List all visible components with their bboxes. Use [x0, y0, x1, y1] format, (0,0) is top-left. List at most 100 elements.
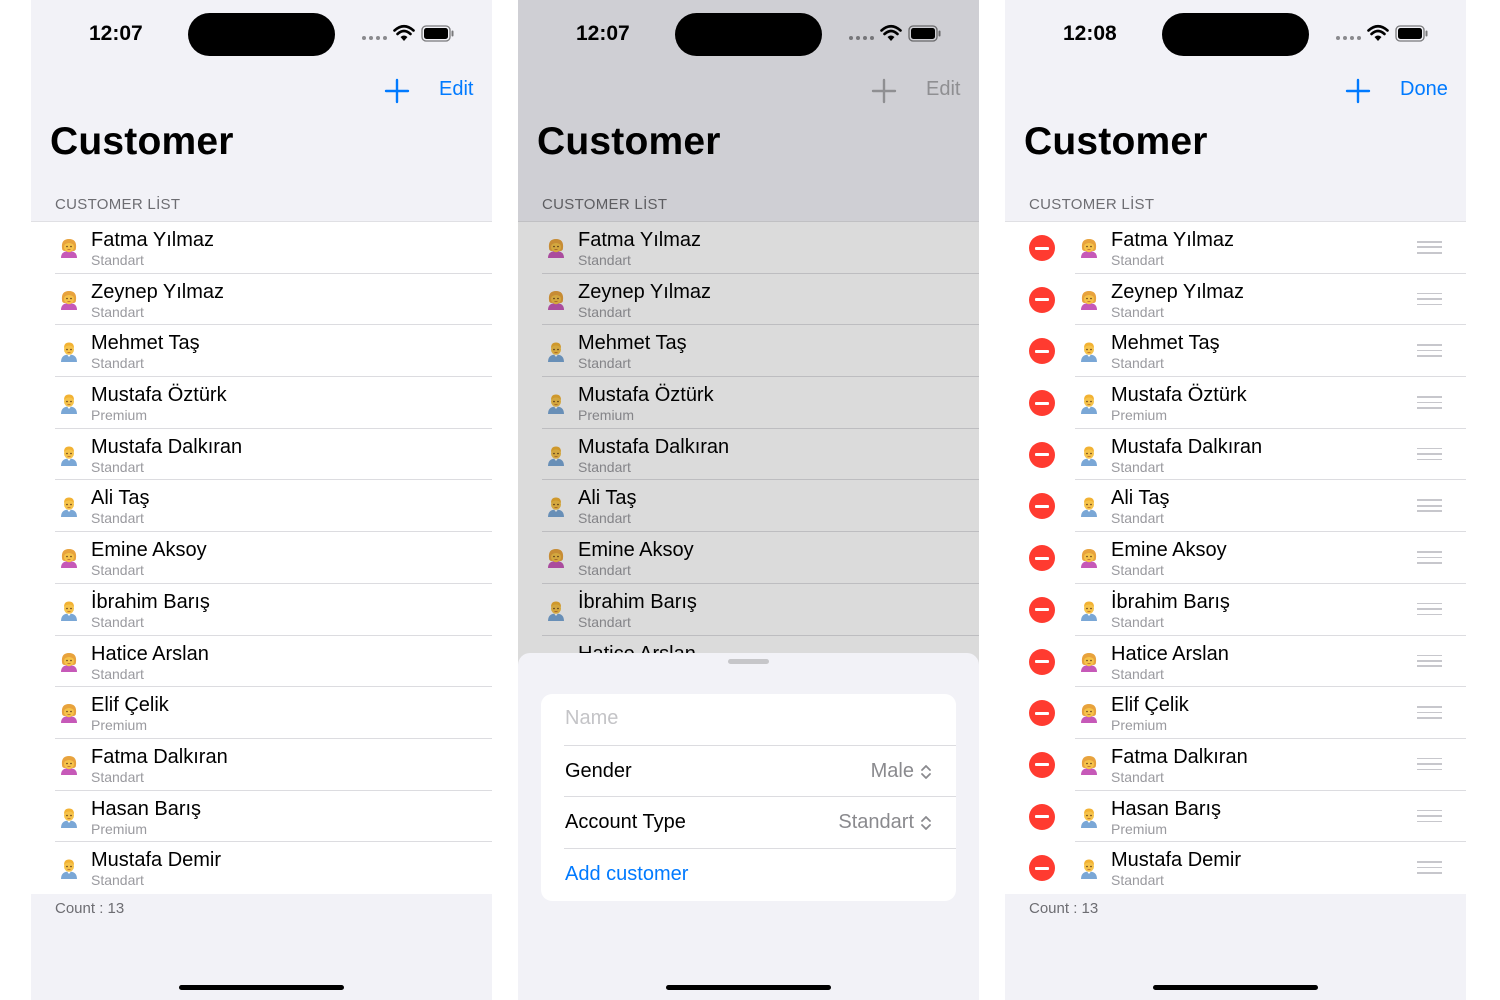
page-title: Customer [1024, 120, 1208, 163]
customer-row[interactable]: İbrahim Barış Standart [31, 584, 492, 636]
customer-row[interactable]: Fatma Dalkıran Standart [1005, 739, 1466, 791]
reorder-handle-icon[interactable] [1417, 241, 1442, 254]
home-indicator[interactable] [179, 985, 344, 990]
reorder-handle-icon[interactable] [1417, 861, 1442, 874]
customer-row[interactable]: Mustafa Öztürk Premium [31, 377, 492, 429]
customer-row[interactable]: Mehmet Taş Standart [1005, 325, 1466, 378]
delete-minus-icon[interactable] [1029, 751, 1055, 778]
customer-name: Mustafa Öztürk [91, 384, 227, 407]
done-button[interactable]: Done [1400, 78, 1448, 101]
add-customer-sheet: Gender Male Account Type Standart Add cu… [518, 653, 979, 1000]
navigation-bar: Edit [31, 70, 492, 112]
reorder-handle-icon[interactable] [1417, 344, 1442, 357]
delete-minus-icon[interactable] [1029, 700, 1055, 727]
customer-row[interactable]: Zeynep Yılmaz Standart [1005, 274, 1466, 326]
phone-screen-list: 12:07 Edit Customer CUSTOMER LİST Fatma … [31, 0, 492, 1000]
customer-name: Hatice Arslan [91, 642, 209, 665]
delete-minus-icon[interactable] [1029, 286, 1055, 313]
customer-account-type: Standart [91, 252, 144, 268]
customer-account-type: Standart [1111, 252, 1164, 268]
navigation-bar: Done [1005, 70, 1466, 112]
customer-name: Mustafa Dalkıran [1111, 435, 1263, 458]
customer-row[interactable]: Hatice ArslanStandart [1005, 636, 1466, 688]
person-woman-emoji-icon [1077, 650, 1101, 674]
add-customer-plus-icon[interactable] [384, 78, 410, 104]
edit-button[interactable]: Edit [439, 78, 473, 101]
customer-name: Zeynep Yılmaz [1111, 280, 1245, 303]
reorder-handle-icon[interactable] [1417, 654, 1442, 668]
customer-row[interactable]: Emine Aksoy Standart [1005, 532, 1466, 584]
delete-minus-icon[interactable] [1029, 648, 1055, 675]
reorder-handle-icon[interactable] [1417, 447, 1442, 461]
customer-row[interactable]: Hasan Barış Premium [1005, 791, 1466, 843]
delete-minus-icon[interactable] [1029, 338, 1055, 365]
customer-row[interactable]: Mustafa Dalkıran Standart [31, 429, 492, 481]
home-indicator[interactable] [1153, 985, 1318, 990]
delete-minus-icon[interactable] [1029, 803, 1055, 830]
home-indicator[interactable] [666, 985, 831, 990]
customer-name: Mehmet Taş [1111, 332, 1220, 355]
reorder-handle-icon[interactable] [1417, 809, 1442, 823]
reorder-handle-icon[interactable] [1417, 551, 1442, 564]
name-input[interactable] [565, 707, 865, 730]
delete-minus-icon[interactable] [1029, 390, 1055, 417]
section-header: CUSTOMER LİST [55, 196, 181, 213]
delete-minus-icon[interactable] [1029, 493, 1055, 520]
customer-row[interactable]: Mustafa Demir Standart [31, 842, 492, 894]
status-time: 12:07 [89, 22, 143, 45]
customer-row[interactable]: Fatma Dalkıran Standart [31, 739, 492, 791]
delete-minus-icon[interactable] [1029, 596, 1055, 623]
status-bar: 12:07 [31, 0, 492, 70]
section-header: CUSTOMER LİST [1029, 196, 1155, 213]
delete-minus-icon[interactable] [1029, 235, 1055, 261]
customer-row[interactable]: Fatma Yılmaz Standart [1005, 222, 1466, 274]
customer-row[interactable]: Mustafa Dalkıran Standart [1005, 429, 1466, 481]
customer-row[interactable]: Mehmet Taş Standart [31, 325, 492, 378]
customer-account-type: Premium [1111, 717, 1168, 734]
customer-name: Ali Taş [1111, 487, 1170, 510]
account-type-label: Account Type [565, 811, 686, 834]
reorder-handle-icon[interactable] [1417, 706, 1442, 719]
account-type-picker[interactable]: Account Type Standart [541, 797, 956, 850]
person-man-emoji-icon [57, 598, 81, 622]
customer-row[interactable]: Fatma Yılmaz Standart [31, 222, 492, 274]
add-customer-button[interactable]: Add customer [565, 863, 688, 886]
reorder-handle-icon[interactable] [1417, 757, 1442, 771]
sheet-grabber[interactable] [728, 659, 769, 664]
customer-row[interactable]: Ali Taş Standart [1005, 480, 1466, 533]
add-customer-plus-icon[interactable] [1345, 78, 1371, 104]
customer-row[interactable]: Mustafa Öztürk Premium [1005, 377, 1466, 429]
reorder-handle-icon[interactable] [1417, 499, 1442, 512]
customer-row[interactable]: Emine Aksoy Standart [31, 532, 492, 584]
person-woman-emoji-icon [1077, 546, 1101, 570]
customer-row[interactable]: Hasan Barış Premium [31, 791, 492, 843]
customer-account-type: Standart [1111, 458, 1164, 475]
delete-minus-icon[interactable] [1029, 441, 1055, 468]
name-row [541, 694, 956, 746]
customer-row[interactable]: Zeynep Yılmaz Standart [31, 274, 492, 326]
customer-row[interactable]: Mustafa Demir Standart [1005, 842, 1466, 894]
reorder-handle-icon[interactable] [1417, 292, 1442, 306]
person-woman-emoji-icon [57, 650, 81, 674]
gender-picker[interactable]: Gender Male [541, 746, 956, 798]
customer-row[interactable]: Hatice ArslanStandart [31, 636, 492, 688]
customer-row[interactable]: Elif Çelik Premium [1005, 687, 1466, 739]
person-man-emoji-icon [57, 805, 81, 829]
customer-account-type: Premium [1111, 820, 1168, 837]
customer-name: Emine Aksoy [1111, 539, 1227, 562]
customer-row[interactable]: Ali Taş Standart [31, 480, 492, 533]
battery-icon [1395, 25, 1428, 42]
delete-minus-icon[interactable] [1029, 545, 1055, 572]
reorder-handle-icon[interactable] [1417, 602, 1442, 616]
add-customer-row: Add customer [541, 849, 956, 901]
customer-account-type: Standart [91, 562, 144, 579]
customer-row[interactable]: İbrahim Barış Standart [1005, 584, 1466, 636]
reorder-handle-icon[interactable] [1417, 396, 1442, 409]
customer-account-type: Standart [1111, 665, 1164, 682]
delete-minus-icon[interactable] [1029, 855, 1055, 882]
customer-row[interactable]: Elif Çelik Premium [31, 687, 492, 739]
customer-name: Mustafa Demir [91, 849, 222, 872]
page-title: Customer [50, 120, 234, 163]
customer-name: Fatma Dalkıran [1111, 745, 1248, 768]
customer-name: Zeynep Yılmaz [91, 280, 225, 303]
